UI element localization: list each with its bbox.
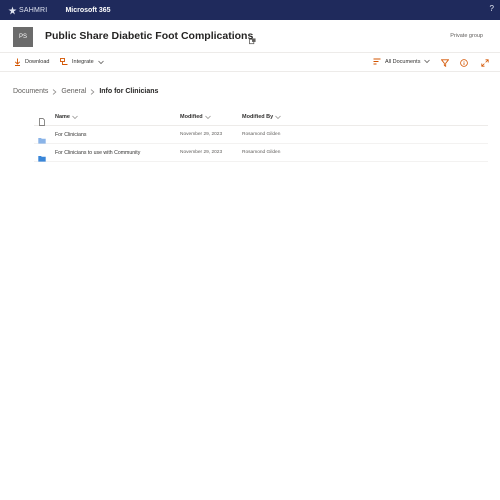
chevron-down-icon xyxy=(275,115,281,119)
column-name-label: Name xyxy=(55,114,70,120)
breadcrumb-current: Info for Clinicians xyxy=(99,88,159,95)
modified-date: November 29, 2023 xyxy=(180,150,223,155)
site-logo-badge[interactable]: PS xyxy=(13,27,33,47)
chevron-right-icon xyxy=(91,88,95,95)
logo-text: SAHMRI xyxy=(19,6,48,14)
integrate-icon xyxy=(60,58,68,65)
view-label: All Documents xyxy=(385,58,421,65)
file-name-link[interactable]: For Clinicians to use with Community xyxy=(55,150,140,156)
integrate-button[interactable]: Integrate xyxy=(60,58,104,66)
modified-by[interactable]: Rosamond Gilden xyxy=(242,132,280,137)
app-name[interactable]: Microsoft 365 xyxy=(65,7,110,14)
chevron-down-icon xyxy=(72,115,78,119)
column-header-modified[interactable]: Modified xyxy=(180,114,211,120)
filter-button[interactable] xyxy=(440,58,450,68)
table-row[interactable]: For Clinicians to use with Community Nov… xyxy=(34,144,488,162)
chevron-down-icon xyxy=(97,60,104,64)
file-name-link[interactable]: For Clinicians xyxy=(55,132,86,138)
table-header: Name Modified Modified By xyxy=(34,110,488,126)
org-logo[interactable]: SAHMRI xyxy=(8,5,48,15)
help-icon[interactable]: ? xyxy=(490,4,494,13)
expand-icon xyxy=(481,59,489,67)
chevron-right-icon xyxy=(53,88,57,95)
download-button[interactable]: Download xyxy=(14,58,49,66)
shared-folder-icon xyxy=(38,149,46,167)
integrate-label: Integrate xyxy=(72,59,94,65)
command-bar: Download Integrate All Documents xyxy=(0,54,500,72)
table-row[interactable]: For Clinicians November 29, 2023 Rosamon… xyxy=(34,126,488,144)
chevron-down-icon xyxy=(424,59,431,64)
breadcrumb: Documents General Info for Clinicians xyxy=(13,88,158,95)
filter-icon xyxy=(441,59,449,67)
modified-date: November 29, 2023 xyxy=(180,132,223,137)
site-title[interactable]: Public Share Diabetic Foot Complications xyxy=(45,30,253,42)
expand-button[interactable] xyxy=(480,58,490,68)
column-header-name[interactable]: Name xyxy=(55,114,78,120)
view-options-icon xyxy=(373,58,381,65)
info-button[interactable] xyxy=(459,58,469,68)
document-list: Name Modified Modified By For Clinicians… xyxy=(34,110,488,162)
suite-bar: SAHMRI Microsoft 365 ? xyxy=(0,0,500,20)
breadcrumb-item-documents[interactable]: Documents xyxy=(13,88,48,95)
info-icon xyxy=(460,59,468,67)
column-header-modified-by[interactable]: Modified By xyxy=(242,114,281,120)
column-modified-label: Modified xyxy=(180,114,203,120)
view-selector[interactable]: All Documents xyxy=(373,58,431,65)
download-icon xyxy=(14,58,21,66)
privacy-label: Private group xyxy=(450,33,483,39)
column-modified-by-label: Modified By xyxy=(242,114,274,120)
breadcrumb-item-general[interactable]: General xyxy=(61,88,86,95)
site-header: PS Public Share Diabetic Foot Complicati… xyxy=(0,20,500,53)
teams-icon[interactable] xyxy=(249,32,256,50)
chevron-down-icon xyxy=(204,115,211,119)
modified-by[interactable]: Rosamond Gilden xyxy=(242,150,280,155)
logo-star-icon xyxy=(8,5,17,15)
download-label: Download xyxy=(25,59,50,65)
